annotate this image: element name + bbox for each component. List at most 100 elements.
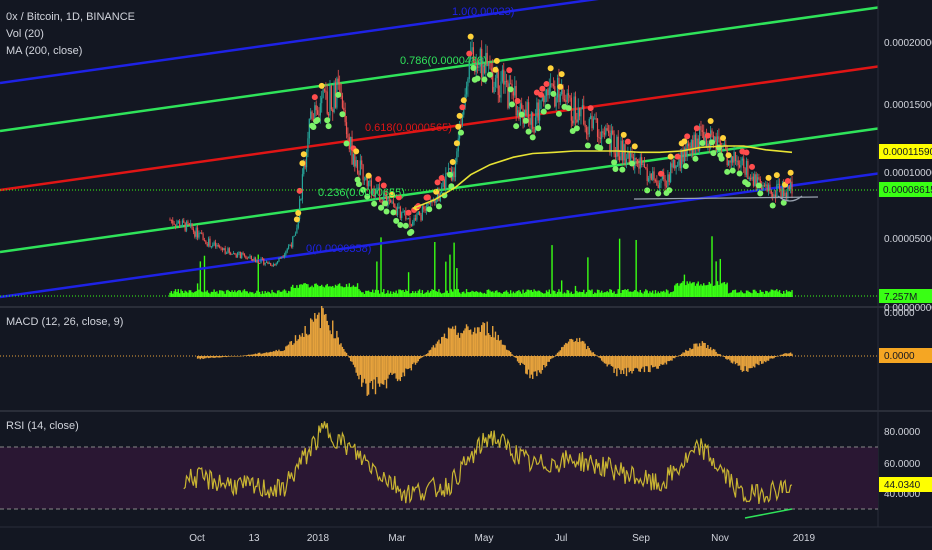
macd-bar [576, 338, 578, 356]
candle-body [390, 200, 392, 203]
volume-bar [592, 293, 595, 297]
candle-body [602, 131, 604, 133]
volume-bar [784, 293, 786, 297]
price-tick-4: 0.00005000 [884, 234, 932, 245]
candle-body [791, 181, 793, 194]
volume-bar [447, 293, 450, 297]
candle-body [574, 96, 577, 120]
macd-bar [787, 353, 789, 356]
macd-bar [465, 324, 468, 356]
candle-body [534, 117, 537, 133]
macd-bar [456, 334, 458, 356]
macd-bar [507, 350, 509, 356]
volume-bar [325, 285, 327, 297]
candle-body [649, 173, 651, 179]
macd-bar [268, 352, 270, 356]
macd-bar [457, 332, 459, 356]
candle-body [246, 258, 248, 260]
macd-bar [538, 356, 541, 373]
candle-body [563, 99, 566, 101]
candle-body [668, 174, 670, 182]
chart-canvas: 0x / Bitcoin, 1D, BINANCE Vol (20) MA (2… [0, 0, 932, 550]
candle-body [321, 97, 323, 104]
volume-bar [649, 291, 651, 297]
volume-bar [475, 291, 477, 297]
candle-body [409, 218, 411, 225]
candle-body [741, 158, 743, 161]
volume-bar [315, 283, 317, 297]
signal-dot [514, 97, 521, 104]
macd-bar [784, 353, 786, 356]
time-axis-label: Jul [555, 533, 568, 544]
macd-bar [474, 327, 476, 356]
macd-bar [236, 356, 239, 357]
macd-bar [286, 345, 288, 356]
signal-dot [449, 158, 456, 165]
macd-bar [689, 347, 691, 356]
signal-dot [310, 124, 317, 131]
macd-bar [685, 349, 687, 356]
volume-bar [351, 286, 353, 297]
candle-body [521, 103, 523, 109]
volume-bar [652, 290, 654, 297]
rsi-tick-80: 80.0000 [884, 427, 921, 438]
candle-body [176, 223, 178, 226]
macd-bar [301, 333, 304, 356]
candle-body [671, 163, 673, 168]
signal-dot [765, 174, 772, 181]
candle-body [243, 253, 246, 257]
macd-bar [543, 356, 545, 366]
volume-bar [511, 293, 513, 297]
macd-bar [656, 356, 658, 369]
volume-bar [296, 285, 298, 297]
time-axis-label: 2019 [793, 533, 816, 544]
volume-bar [598, 289, 600, 297]
macd-bar [526, 356, 528, 375]
macd-bar [377, 356, 379, 384]
macd-bar [652, 356, 654, 368]
candle-body [260, 258, 262, 264]
candle-body [635, 158, 637, 160]
candle-body [500, 81, 502, 98]
volume-bar [456, 268, 458, 297]
macd-bar [224, 356, 226, 357]
macd-bar [213, 356, 215, 358]
macd-bar [396, 356, 399, 382]
volume-bar [526, 289, 528, 297]
macd-bar [406, 356, 408, 370]
volume-bar [319, 286, 322, 297]
macd-bar [708, 348, 710, 356]
macd-bar [776, 356, 778, 357]
candle-body [499, 95, 501, 98]
volume-bar [567, 290, 570, 297]
candle-body [552, 84, 555, 87]
volume-bar [238, 289, 240, 297]
signal-dot [584, 142, 591, 149]
candle-body [212, 244, 214, 247]
macd-bar [720, 355, 723, 357]
volume-bar [703, 283, 705, 297]
candle-body [660, 179, 662, 183]
volume-bar [595, 293, 597, 297]
candle-body [363, 179, 366, 181]
candle-body [184, 222, 186, 231]
macd-bar [296, 340, 298, 356]
candle-body [443, 179, 446, 190]
volume-bar [635, 239, 637, 297]
candle-body [577, 107, 579, 123]
candle-body [261, 258, 264, 260]
volume-bar [217, 293, 219, 297]
macd-bar [751, 356, 753, 369]
macd-bar [565, 342, 567, 356]
macd-bar [552, 356, 555, 358]
macd-bar [635, 356, 637, 368]
macd-bar [487, 333, 490, 356]
macd-bar [407, 356, 410, 369]
candle-body [754, 174, 756, 186]
candle-body [551, 83, 553, 85]
macd-bar [716, 353, 719, 356]
macd-bar [458, 337, 461, 356]
candle-body [729, 160, 731, 163]
macd-bar [256, 354, 258, 356]
candle-body [325, 90, 327, 92]
